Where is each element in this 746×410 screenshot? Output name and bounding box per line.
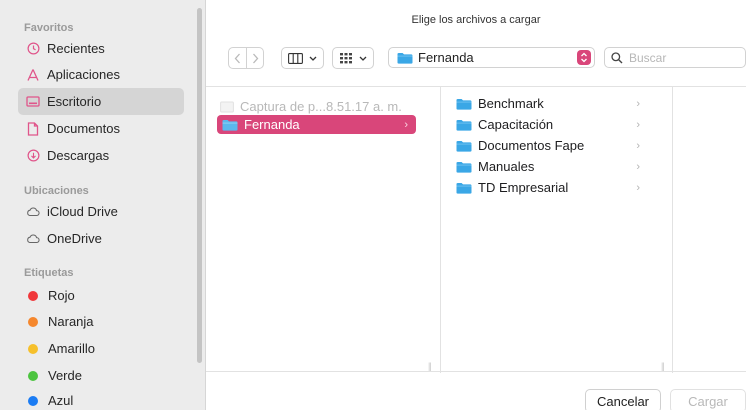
image-file-icon <box>220 101 234 112</box>
search-icon <box>611 51 623 63</box>
cloud-icon <box>26 205 40 219</box>
applications-icon <box>26 68 40 82</box>
folder-icon <box>222 119 238 131</box>
folder-icon <box>456 182 472 194</box>
chevron-right-icon: › <box>636 97 640 110</box>
folder-icon <box>397 52 413 64</box>
sidebar-item-onedrive[interactable]: OneDrive <box>18 225 184 252</box>
folder-row-documentos-fape[interactable]: Documentos Fape › <box>456 136 648 155</box>
folder-row-td-empresarial[interactable]: TD Empresarial › <box>456 178 648 197</box>
search-placeholder: Buscar <box>629 50 667 65</box>
column-resize-handle[interactable]: || <box>428 361 432 371</box>
favorites-header: Favoritos <box>24 22 74 34</box>
clock-icon <box>26 42 40 56</box>
folder-icon <box>456 119 472 131</box>
column-resize-handle[interactable]: || <box>661 361 665 371</box>
tags-header: Etiquetas <box>24 267 74 279</box>
location-popup-label: Fernanda <box>418 50 474 65</box>
column-divider[interactable] <box>672 87 673 373</box>
column-browser: || || Captura de p...8.51.17 a. m. Ferna… <box>206 86 746 373</box>
toolbar <box>228 46 374 70</box>
sidebar-item-descargas[interactable]: Descargas <box>18 142 184 169</box>
location-popup[interactable]: Fernanda <box>388 47 595 68</box>
green-tag-dot-icon <box>28 370 38 381</box>
folder-row-fernanda[interactable]: Fernanda › <box>217 115 416 134</box>
folder-row-manuales[interactable]: Manuales › <box>456 157 648 176</box>
sidebar-item-tag-naranja[interactable]: Naranja <box>18 308 184 335</box>
chevron-right-icon <box>252 53 258 63</box>
chevron-right-icon: › <box>636 181 640 194</box>
column-divider[interactable] <box>440 87 441 373</box>
load-button[interactable]: Cargar <box>670 389 746 410</box>
sidebar-item-tag-rojo[interactable]: Rojo <box>18 282 184 309</box>
columns-icon <box>288 52 303 64</box>
sidebar-item-icloud-drive[interactable]: iCloud Drive <box>18 198 184 225</box>
folder-icon <box>456 140 472 152</box>
back-button[interactable] <box>229 48 246 68</box>
forward-button[interactable] <box>246 48 263 68</box>
file-row-screenshot: Captura de p...8.51.17 a. m. <box>220 97 420 116</box>
chevron-right-icon: › <box>636 160 640 173</box>
folder-row-capacitacion[interactable]: Capacitación › <box>456 115 648 134</box>
grid-icon <box>340 53 352 64</box>
yellow-tag-dot-icon <box>28 343 38 354</box>
chevron-right-icon: › <box>636 139 640 152</box>
cloud-icon <box>26 232 40 246</box>
download-icon <box>26 149 40 163</box>
chevron-down-icon <box>309 56 317 61</box>
blue-tag-dot-icon <box>28 395 38 406</box>
chevron-down-icon <box>359 56 367 61</box>
chevron-left-icon <box>234 53 240 63</box>
sidebar-item-documentos[interactable]: Documentos <box>18 115 184 142</box>
sidebar-item-tag-azul[interactable]: Azul <box>18 387 184 410</box>
red-tag-dot-icon <box>28 290 38 301</box>
sidebar-item-recientes[interactable]: Recientes <box>18 35 184 62</box>
sidebar-scrollbar[interactable] <box>197 8 202 363</box>
chevron-right-icon: › <box>636 118 640 131</box>
orange-tag-dot-icon <box>28 316 38 327</box>
popup-stepper-icon <box>577 50 591 65</box>
navigation-buttons <box>228 47 264 69</box>
desktop-icon <box>26 95 40 109</box>
locations-header: Ubicaciones <box>24 185 89 197</box>
sidebar-item-escritorio[interactable]: Escritorio <box>18 88 184 115</box>
column-view-button[interactable] <box>281 47 324 69</box>
folder-icon <box>456 98 472 110</box>
sidebar: Favoritos Recientes Aplicaciones Escrito… <box>0 0 206 410</box>
cancel-button[interactable]: Cancelar <box>585 389 661 410</box>
sidebar-item-tag-amarillo[interactable]: Amarillo <box>18 335 184 362</box>
folder-row-benchmark[interactable]: Benchmark › <box>456 94 648 113</box>
sidebar-item-tag-verde[interactable]: Verde <box>18 362 184 389</box>
group-view-button[interactable] <box>332 47 374 69</box>
folder-icon <box>456 161 472 173</box>
search-field[interactable]: Buscar <box>604 47 746 68</box>
chevron-right-icon: › <box>404 118 408 131</box>
sidebar-item-aplicaciones[interactable]: Aplicaciones <box>18 61 184 88</box>
dialog-title: Elige los archivos a cargar <box>411 14 541 26</box>
document-icon <box>26 121 40 136</box>
